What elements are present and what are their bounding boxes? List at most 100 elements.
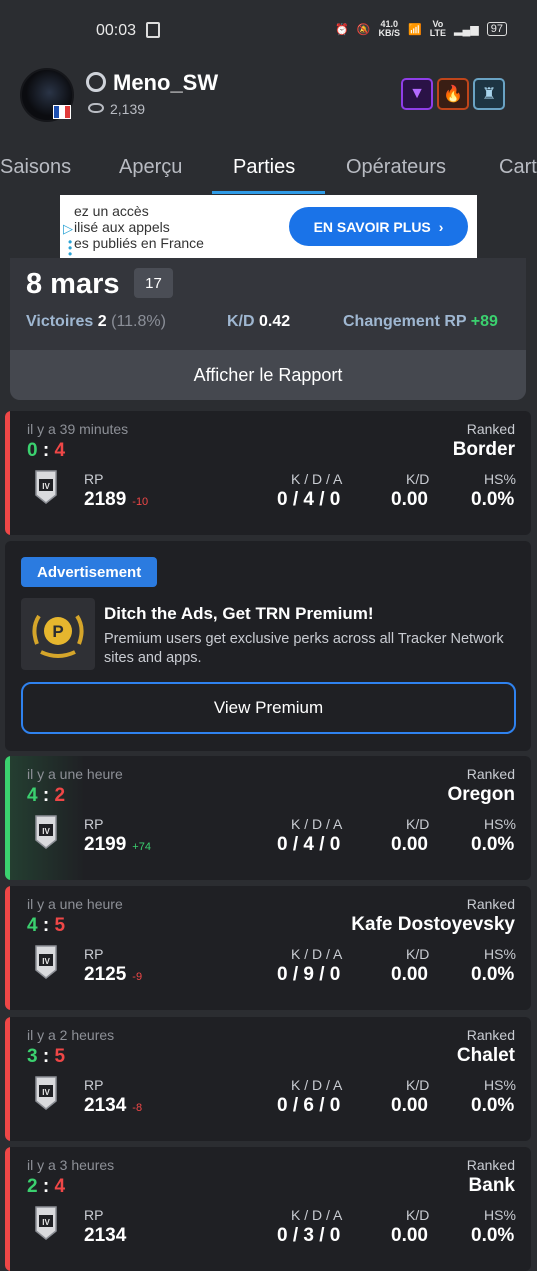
kda-value: 0 / 4 / 0 — [277, 834, 341, 855]
rp-label: RP — [84, 471, 104, 487]
match-score: 4 : 2 — [27, 785, 66, 806]
match-map: Oregon — [447, 784, 515, 805]
hs-value: 0.0% — [471, 1095, 515, 1116]
tab-bar: Saisons Aperçu Parties Opérateurs Cart — [0, 140, 537, 194]
match-mode: Ranked — [466, 766, 515, 782]
match-card[interactable]: il y a 2 heures 3 : 5 Ranked Chalet IV R… — [5, 1017, 531, 1141]
twitch-icon — [146, 22, 160, 38]
kda-label: K / D / A — [291, 471, 343, 487]
rank-emblem-icon: IV — [35, 1076, 57, 1110]
alarm-icon: ⏰ — [335, 23, 349, 36]
day-summary: 8 mars 17 Victoires 2 (11.8%) K/D 0.42 C… — [10, 258, 526, 400]
kd-value: 0.00 — [391, 834, 428, 855]
ad-banner[interactable]: ez un accès ilisé aux appels es publiés … — [60, 195, 477, 258]
rp-delta: -10 — [132, 496, 149, 508]
rp-value: 2199 +74 — [84, 834, 151, 855]
rp-value: 2189 -10 — [84, 489, 149, 510]
match-card[interactable]: il y a une heure 4 : 5 Ranked Kafe Dosto… — [5, 886, 531, 1010]
wins-stat: Victoires 2 (11.8%) — [26, 313, 166, 330]
rp-label: RP — [84, 1207, 104, 1223]
chevron-right-icon: › — [438, 218, 444, 235]
mute-icon: 🔕 — [356, 23, 371, 36]
hs-value: 0.0% — [471, 834, 515, 855]
username: Meno_SW — [113, 70, 219, 95]
tab-operateurs[interactable]: Opérateurs — [346, 156, 446, 179]
kd-label: K/D — [406, 471, 430, 487]
kd-value: 0.00 — [391, 1095, 428, 1116]
svg-text:IV: IV — [42, 1088, 50, 1097]
rp-label: RP — [84, 1077, 104, 1093]
knight-helmet-icon[interactable]: ♜ — [473, 78, 505, 110]
rank-emblem-icon: IV — [35, 815, 57, 849]
laurel-p-icon: P — [32, 614, 84, 658]
premium-ad: Advertisement P Ditch the Ads, Get TRN P… — [5, 541, 531, 751]
rp-change-stat: Changement RP +89 — [343, 313, 498, 330]
tab-parties[interactable]: Parties — [233, 156, 295, 179]
view-premium-button[interactable]: View Premium — [21, 682, 516, 734]
status-icons: ⏰ 🔕 41.0 KB/S 📶 Vo LTE ▂▄▆ 97 — [335, 20, 507, 38]
show-report-button[interactable]: Afficher le Rapport — [10, 350, 526, 400]
result-bar — [5, 1147, 10, 1271]
tab-apercu[interactable]: Aperçu — [119, 156, 182, 179]
eye-icon — [88, 103, 104, 113]
net-speed: 41.0 KB/S — [378, 19, 400, 38]
match-time: il y a une heure — [27, 766, 123, 782]
svg-text:IV: IV — [42, 482, 50, 491]
ad-banner-text: ez un accès ilisé aux appels es publiés … — [74, 203, 204, 251]
match-mode: Ranked — [466, 1157, 515, 1173]
kda-value: 0 / 4 / 0 — [277, 489, 341, 510]
tab-saisons[interactable]: Saisons — [0, 156, 71, 179]
svg-text:P: P — [52, 622, 63, 641]
view-count: 2,139 — [110, 101, 146, 117]
match-time: il y a une heure — [27, 896, 123, 912]
kda-label: K / D / A — [291, 816, 343, 832]
svg-text:IV: IV — [42, 827, 50, 836]
match-map: Chalet — [456, 1045, 515, 1066]
ad-learn-more-button[interactable]: EN SAVOIR PLUS › — [289, 207, 468, 246]
match-card[interactable]: il y a une heure 4 : 2 Ranked Oregon IV … — [5, 756, 531, 880]
kda-label: K / D / A — [291, 946, 343, 962]
kd-value: 0.00 — [391, 964, 428, 985]
premium-logo: P — [21, 598, 95, 670]
result-bar — [5, 756, 10, 880]
match-score: 3 : 5 — [27, 1046, 66, 1067]
kda-value: 0 / 9 / 0 — [277, 964, 341, 985]
hs-label: HS% — [484, 1077, 516, 1093]
match-score: 4 : 5 — [27, 915, 66, 936]
advertisement-label: Advertisement — [21, 557, 158, 587]
signal-icon: ▂▄▆ — [454, 23, 479, 36]
purple-triangle-icon[interactable]: ▼ — [401, 78, 433, 110]
result-bar — [5, 886, 10, 1010]
kd-label: K/D — [406, 946, 430, 962]
hs-label: HS% — [484, 1207, 516, 1223]
kd-label: K/D — [406, 1207, 430, 1223]
ubisoft-icon — [86, 72, 106, 92]
flame-icon[interactable]: 🔥 — [437, 78, 469, 110]
rp-value: 2125 -9 — [84, 964, 143, 985]
match-map: Border — [452, 439, 515, 460]
premium-description: Premium users get exclusive perks across… — [104, 631, 504, 666]
kd-value: 0.00 — [391, 489, 428, 510]
tab-cartes[interactable]: Cart — [499, 156, 537, 179]
kd-stat: K/D 0.42 — [227, 313, 291, 330]
match-card[interactable]: il y a 39 minutes 0 : 4 Ranked Border IV… — [5, 411, 531, 535]
kda-value: 0 / 6 / 0 — [277, 1095, 341, 1116]
kda-label: K / D / A — [291, 1207, 343, 1223]
match-mode: Ranked — [466, 421, 515, 437]
rank-emblem-icon: IV — [35, 470, 57, 504]
match-score: 2 : 4 — [27, 1176, 66, 1197]
rp-label: RP — [84, 946, 104, 962]
kda-label: K / D / A — [291, 1077, 343, 1093]
premium-title: Ditch the Ads, Get TRN Premium! — [104, 604, 374, 623]
status-bar: 00:03 ⏰ 🔕 41.0 KB/S 📶 Vo LTE ▂▄▆ 97 — [0, 0, 537, 60]
rp-label: RP — [84, 816, 104, 832]
more-options-icon[interactable]: • • • — [68, 236, 72, 258]
volte-indicator: Vo LTE — [429, 19, 447, 38]
match-map: Bank — [468, 1175, 515, 1196]
match-card[interactable]: il y a 3 heures 2 : 4 Ranked Bank IV RP … — [5, 1147, 531, 1271]
kd-label: K/D — [406, 816, 430, 832]
match-time: il y a 2 heures — [27, 1027, 115, 1043]
match-mode: Ranked — [466, 1027, 515, 1043]
hs-label: HS% — [484, 946, 516, 962]
hs-value: 0.0% — [471, 1225, 515, 1246]
